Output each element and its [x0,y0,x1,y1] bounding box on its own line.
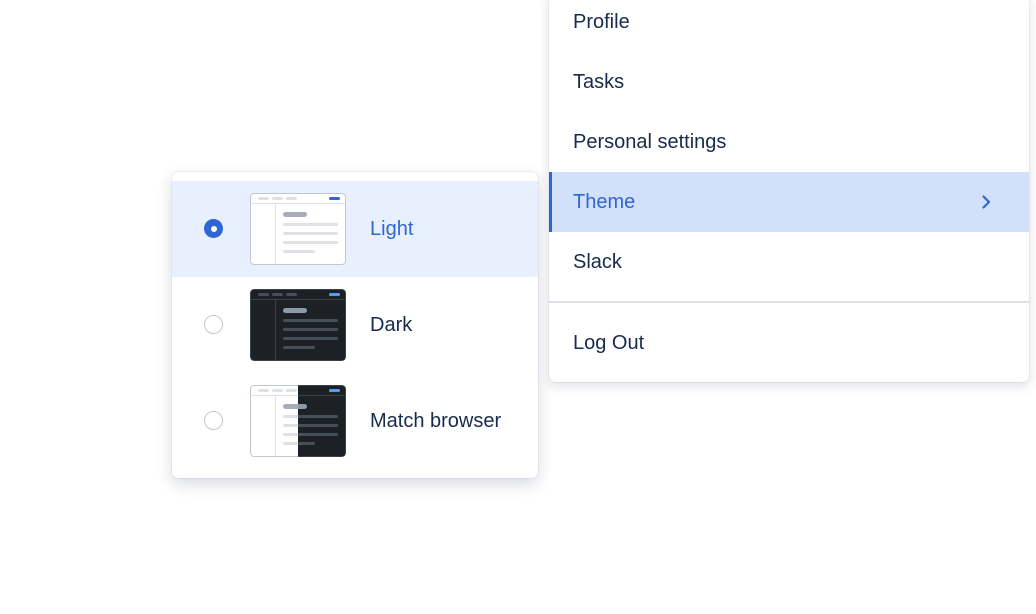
radio-button-light[interactable] [204,219,223,238]
menu-item-tasks[interactable]: Tasks [549,52,1029,112]
menu-item-profile[interactable]: Profile [549,0,1029,52]
radio-button-dark[interactable] [204,315,223,334]
dark-theme-preview [250,289,346,361]
theme-option-match-browser[interactable]: Match browser [172,373,538,469]
menu-item-label: Log Out [573,331,645,354]
screen: Profile Tasks Personal settings Theme Sl… [0,0,1036,614]
theme-option-label: Match browser [370,410,502,432]
theme-option-light[interactable]: Light [172,181,538,277]
theme-submenu: Light Dark Match browser [172,172,538,478]
match-browser-theme-preview [250,385,346,457]
theme-option-label: Dark [370,314,413,336]
menu-item-theme[interactable]: Theme [549,172,1029,232]
menu-item-personal-settings[interactable]: Personal settings [549,112,1029,172]
menu-item-slack[interactable]: Slack [549,232,1029,292]
user-menu: Profile Tasks Personal settings Theme Sl… [549,0,1029,382]
menu-item-label: Theme [573,190,636,213]
menu-item-log-out[interactable]: Log Out [549,313,1029,373]
light-theme-preview [250,193,346,265]
radio-button-match-browser[interactable] [204,411,223,430]
menu-item-label: Personal settings [573,130,727,153]
menu-item-label: Tasks [573,70,625,93]
theme-option-dark[interactable]: Dark [172,277,538,373]
menu-item-label: Slack [573,250,622,273]
menu-divider [549,301,1029,303]
chevron-right-icon [982,195,991,209]
theme-option-label: Light [370,218,414,240]
menu-item-label: Profile [573,10,630,33]
